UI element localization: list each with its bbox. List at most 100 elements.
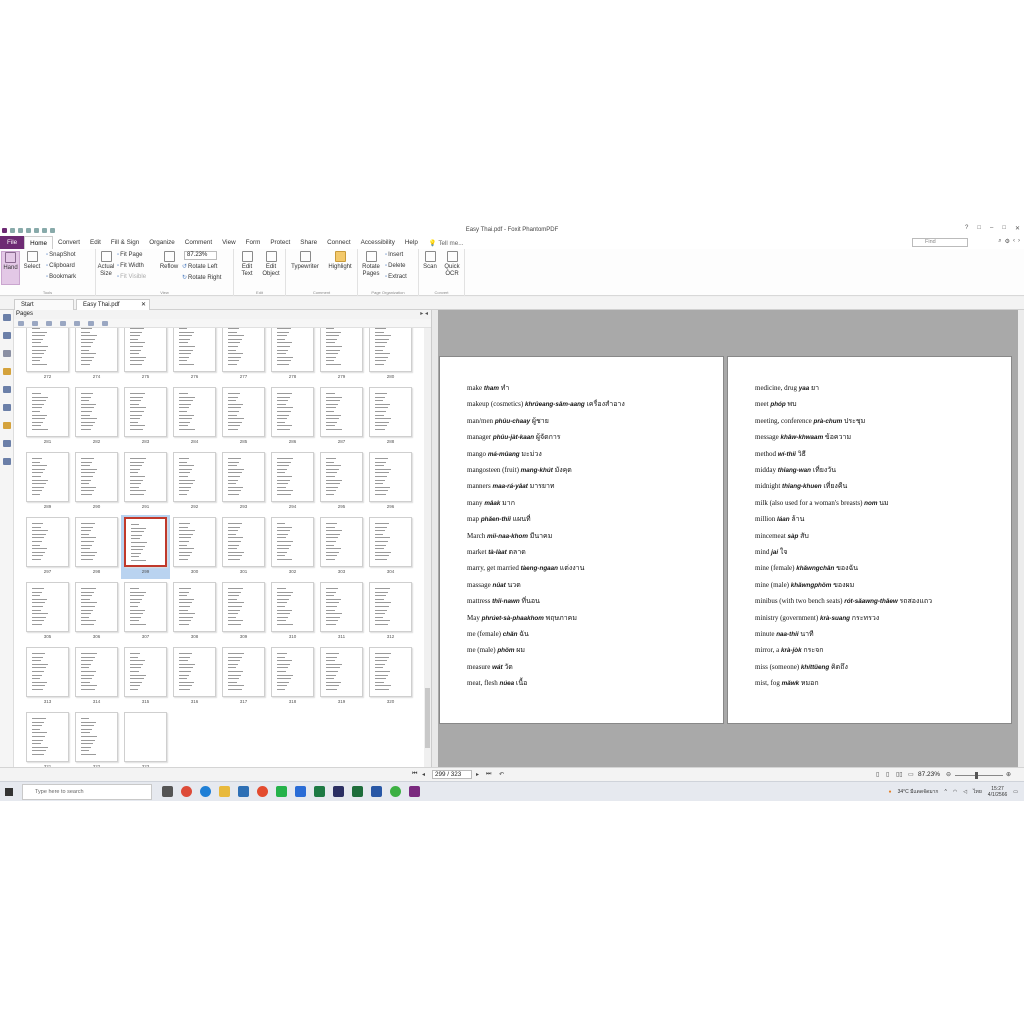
settings-icon[interactable]: ⚙ bbox=[1005, 238, 1010, 245]
tab-form[interactable]: Form bbox=[241, 236, 266, 249]
thumb-rotate-icon[interactable] bbox=[60, 321, 66, 326]
page-thumbnail[interactable] bbox=[173, 452, 216, 502]
page-thumbnail[interactable] bbox=[320, 452, 363, 502]
excel-icon[interactable] bbox=[314, 786, 325, 797]
page-thumbnail[interactable] bbox=[124, 582, 167, 632]
page-thumbnail[interactable] bbox=[222, 647, 265, 697]
facing-view-icon[interactable]: ▯▯ bbox=[896, 771, 903, 778]
page-thumbnail[interactable] bbox=[26, 582, 69, 632]
hand-tool-icon[interactable] bbox=[50, 227, 55, 233]
page-thumbnail[interactable] bbox=[124, 712, 167, 762]
page-thumbnail[interactable] bbox=[369, 387, 412, 437]
foxit-taskbar-icon[interactable] bbox=[409, 786, 420, 797]
select-button[interactable]: Select bbox=[22, 251, 42, 271]
task-view-icon[interactable] bbox=[162, 786, 173, 797]
tab-start[interactable]: Start bbox=[14, 299, 74, 310]
thumb-extract-icon[interactable] bbox=[74, 321, 80, 326]
page-thumbnail[interactable] bbox=[271, 647, 314, 697]
history-back-icon[interactable]: ↶ bbox=[499, 771, 504, 778]
actual-size-button[interactable]: Actual Size bbox=[97, 251, 115, 278]
page-thumbnail[interactable] bbox=[124, 647, 167, 697]
chevron-right-icon[interactable]: › bbox=[1018, 238, 1020, 245]
page-thumbnail[interactable] bbox=[75, 387, 118, 437]
page-thumbnail[interactable] bbox=[222, 582, 265, 632]
page-thumbnail[interactable] bbox=[320, 582, 363, 632]
notifications-icon[interactable]: ▭ bbox=[1013, 789, 1018, 795]
zoom-input[interactable]: 87.23% bbox=[184, 251, 217, 260]
page-number-input[interactable]: 299 / 323 bbox=[432, 770, 472, 779]
close-icon[interactable]: ✕ bbox=[1015, 225, 1020, 232]
thumb-zoom-out-icon[interactable] bbox=[88, 321, 94, 326]
photoshop-icon[interactable] bbox=[333, 786, 344, 797]
panel-collapse-icon[interactable]: ▸ ◂ bbox=[420, 310, 428, 319]
extract-button[interactable]: ▫Extract bbox=[385, 274, 407, 280]
page-thumbnail[interactable] bbox=[75, 517, 118, 567]
continuous-view-icon[interactable]: ▯ bbox=[886, 771, 889, 778]
page-thumbnail[interactable] bbox=[173, 328, 216, 372]
tab-share[interactable]: Share bbox=[295, 236, 322, 249]
help-icon[interactable]: ? bbox=[965, 225, 968, 232]
prev-page-icon[interactable]: ◂ bbox=[422, 771, 425, 778]
redo-icon[interactable] bbox=[42, 227, 47, 233]
page-thumbnail[interactable] bbox=[26, 328, 69, 372]
page-thumbnail[interactable] bbox=[124, 328, 167, 372]
page-thumbnail[interactable] bbox=[173, 582, 216, 632]
attachments-panel-icon[interactable] bbox=[3, 386, 11, 393]
page-thumbnail[interactable] bbox=[271, 387, 314, 437]
clock[interactable]: 15:27 4/1/2566 bbox=[988, 786, 1007, 798]
page-thumbnail[interactable] bbox=[222, 517, 265, 567]
undo-icon[interactable] bbox=[34, 227, 39, 233]
comments-panel-icon[interactable] bbox=[3, 368, 11, 375]
restore-ribbon-icon[interactable]: □ bbox=[977, 225, 981, 232]
bookmarks-panel-icon[interactable] bbox=[3, 350, 11, 357]
security-panel-icon[interactable] bbox=[3, 422, 11, 429]
page-thumbnail[interactable] bbox=[26, 712, 69, 762]
language-indicator[interactable]: ไทย bbox=[973, 788, 982, 796]
layers-panel-icon[interactable] bbox=[3, 440, 11, 447]
page-thumbnail[interactable] bbox=[173, 387, 216, 437]
thumb-delete-icon[interactable] bbox=[46, 321, 52, 326]
chevron-left-icon[interactable]: ‹ bbox=[1013, 238, 1015, 245]
single-page-view-icon[interactable]: ▯ bbox=[876, 771, 879, 778]
page-thumbnail[interactable] bbox=[75, 647, 118, 697]
tab-organize[interactable]: Organize bbox=[144, 236, 180, 249]
zoom-slider-handle[interactable] bbox=[975, 772, 978, 779]
network-icon[interactable]: ◠ bbox=[953, 789, 957, 795]
signature-panel-icon[interactable] bbox=[3, 404, 11, 411]
highlight-button[interactable]: Highlight bbox=[324, 251, 356, 271]
tab-accessibility[interactable]: Accessibility bbox=[356, 236, 400, 249]
page-thumbnail[interactable] bbox=[124, 452, 167, 502]
status-zoom-value[interactable]: 87.23% bbox=[918, 771, 940, 778]
tab-protect[interactable]: Protect bbox=[265, 236, 295, 249]
tray-arrow-icon[interactable]: ^ bbox=[944, 789, 946, 795]
page-thumbnail[interactable] bbox=[320, 517, 363, 567]
chrome-2-icon[interactable] bbox=[257, 786, 268, 797]
weather-icon[interactable]: ● bbox=[889, 789, 892, 795]
word-2-icon[interactable] bbox=[371, 786, 382, 797]
tab-help[interactable]: Help bbox=[400, 236, 423, 249]
fit-view-icon[interactable]: ▭ bbox=[908, 771, 914, 778]
page-thumbnail[interactable] bbox=[369, 452, 412, 502]
page-thumbnail[interactable] bbox=[75, 582, 118, 632]
tab-fill-sign[interactable]: Fill & Sign bbox=[106, 236, 144, 249]
page-thumbnail[interactable] bbox=[173, 647, 216, 697]
zoom-out-icon[interactable]: ⊖ bbox=[946, 771, 951, 778]
zoom-in-icon[interactable]: ⊕ bbox=[1006, 771, 1011, 778]
search-icon[interactable]: ⌕ bbox=[998, 238, 1001, 245]
find-input[interactable]: Find bbox=[912, 238, 968, 247]
page-thumbnail[interactable] bbox=[26, 387, 69, 437]
tags-panel-icon[interactable] bbox=[3, 458, 11, 465]
app-green-icon[interactable] bbox=[390, 786, 401, 797]
thumb-zoom-in-icon[interactable] bbox=[102, 321, 108, 326]
first-page-icon[interactable]: ⏮ bbox=[412, 771, 417, 778]
page-thumbnail[interactable] bbox=[271, 517, 314, 567]
thumbnail-scroll-thumb[interactable] bbox=[425, 688, 430, 748]
last-page-icon[interactable]: ⏭ bbox=[486, 771, 491, 778]
page-thumbnail[interactable] bbox=[222, 452, 265, 502]
page-thumbnail[interactable] bbox=[124, 517, 167, 567]
page-thumbnail[interactable] bbox=[320, 387, 363, 437]
tab-connect[interactable]: Connect bbox=[322, 236, 355, 249]
next-page-icon[interactable]: ▸ bbox=[476, 771, 479, 778]
line-icon[interactable] bbox=[276, 786, 287, 797]
sheets-icon[interactable] bbox=[352, 786, 363, 797]
